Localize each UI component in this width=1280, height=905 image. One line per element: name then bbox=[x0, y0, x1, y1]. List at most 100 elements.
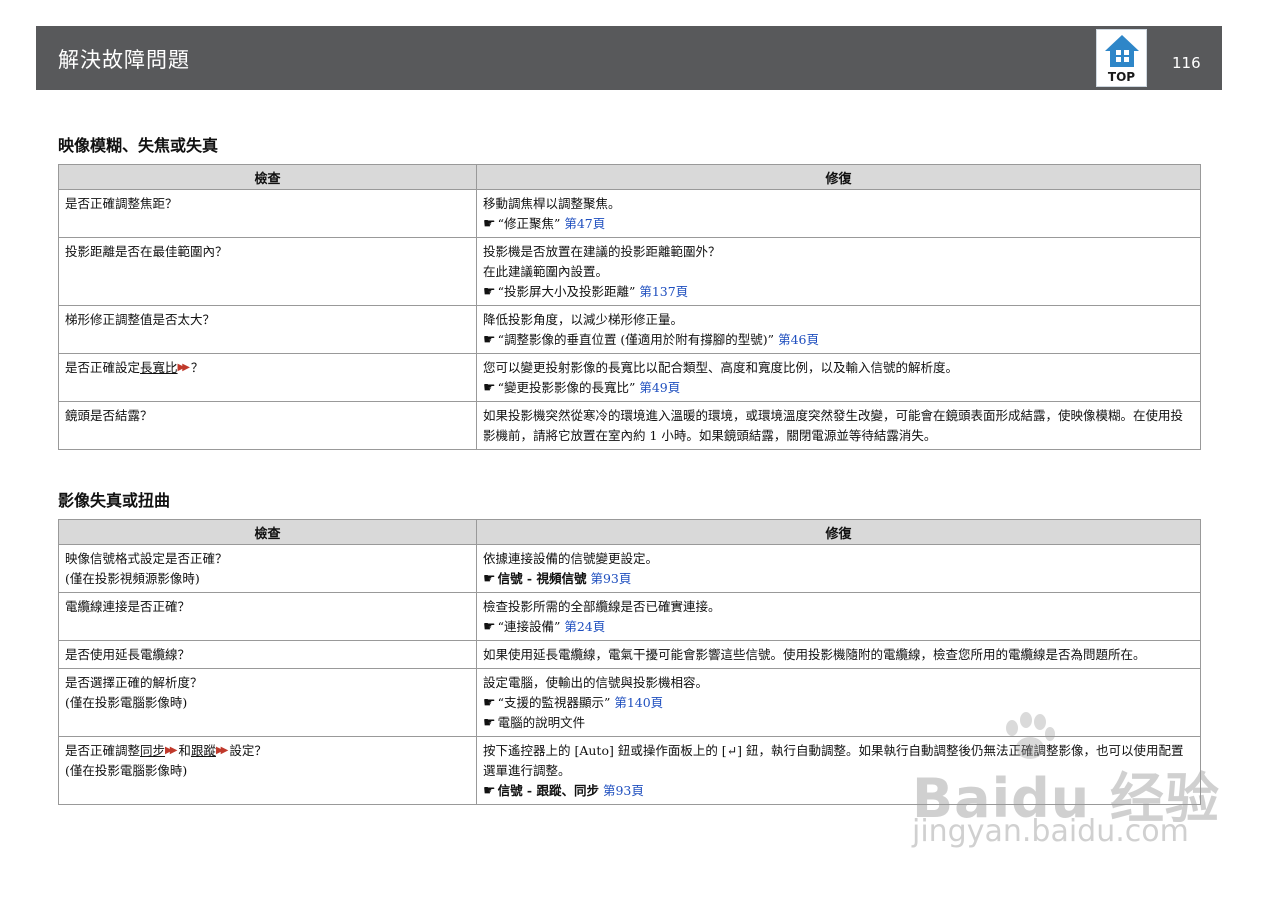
check-cell: 映像信號格式設定是否正確？ (僅在投影視頻源影像時) bbox=[58, 544, 477, 593]
pointing-hand-icon: ☛ bbox=[483, 783, 496, 799]
check-cell: 鏡頭是否結露？ bbox=[58, 401, 477, 450]
reference-title: 電腦的說明文件 bbox=[497, 715, 586, 730]
page-link[interactable]: 第137頁 bbox=[639, 284, 688, 299]
glossary-term-aspect-ratio[interactable]: 長寬比 bbox=[140, 360, 178, 375]
table-row: 是否正確調整焦距？ 移動調焦桿以調整聚焦。 ☛ “修正聚焦” 第47頁 bbox=[58, 189, 1201, 238]
troubleshoot-table-blur: 檢查 修復 是否正確調整焦距？ 移動調焦桿以調整聚焦。 ☛ “修正聚焦” 第47頁… bbox=[58, 164, 1201, 450]
reference-title: “投影屏大小及投影距離” bbox=[497, 284, 636, 299]
page-link[interactable]: 第93頁 bbox=[603, 783, 644, 798]
table-header-row: 檢查 修復 bbox=[58, 164, 1201, 190]
pointing-hand-icon: ☛ bbox=[483, 619, 496, 635]
glossary-term-sync[interactable]: 同步 bbox=[140, 743, 165, 758]
top-label: TOP bbox=[1107, 70, 1136, 84]
fix-cell: 移動調焦桿以調整聚焦。 ☛ “修正聚焦” 第47頁 bbox=[476, 189, 1201, 238]
pointing-hand-icon: ☛ bbox=[483, 216, 496, 232]
fix-text: 依據連接設備的信號變更設定。 bbox=[483, 551, 659, 566]
page-link[interactable]: 第140頁 bbox=[614, 695, 663, 710]
home-icon bbox=[1105, 35, 1139, 67]
fix-cell: 設定電腦，使輸出的信號與投影機相容。 ☛ “支援的監視器顯示” 第140頁 ☛ 電腦… bbox=[476, 668, 1201, 737]
pointing-hand-icon: ☛ bbox=[483, 695, 496, 711]
check-cell: 是否正確調整焦距？ bbox=[58, 189, 477, 238]
check-text: 是否選擇正確的解析度？ bbox=[65, 675, 203, 690]
check-cell: 電纜線連接是否正確？ bbox=[58, 592, 477, 641]
top-button[interactable]: TOP bbox=[1096, 29, 1147, 87]
table-row: 是否正確設定長寬比▶▶？ 您可以變更投射影像的長寬比以配合類型、高度和寬度比例，… bbox=[58, 353, 1201, 402]
section-title-distortion: 影像失真或扭曲 bbox=[58, 491, 171, 510]
fix-cell: 如果投影機突然從寒冷的環境進入溫暖的環境，或環境溫度突然發生改變，可能會在鏡頭表… bbox=[476, 401, 1201, 450]
reference-title: “修正聚焦” bbox=[497, 216, 561, 231]
page-link[interactable]: 第49頁 bbox=[639, 380, 680, 395]
reference-title: “連接設備” bbox=[497, 619, 561, 634]
check-text-line: 是否正確調整同步▶▶ 和跟蹤▶▶ 設定？ bbox=[65, 741, 470, 761]
reference-line: ☛ “調整影像的垂直位置 (僅適用於附有撐腳的型號)” 第46頁 bbox=[483, 330, 1194, 350]
table-row: 投影距離是否在最佳範圍內？ 投影機是否放置在建議的投影距離範圍外？ 在此建議範圍… bbox=[58, 237, 1201, 306]
glossary-arrow-icon[interactable]: ▶▶ bbox=[216, 745, 229, 756]
check-note: (僅在投影視頻源影像時) bbox=[65, 571, 200, 586]
pointing-hand-icon: ☛ bbox=[483, 380, 496, 396]
check-cell: 是否正確設定長寬比▶▶？ bbox=[58, 353, 477, 402]
pointing-hand-icon: ☛ bbox=[483, 332, 496, 348]
page-link[interactable]: 第46頁 bbox=[778, 332, 819, 347]
glossary-arrow-icon[interactable]: ▶▶ bbox=[165, 745, 178, 756]
fix-text: 降低投影角度，以減少梯形修正量。 bbox=[483, 312, 684, 327]
pointing-hand-icon: ☛ bbox=[483, 715, 496, 731]
check-text-suffix: ？ bbox=[190, 360, 204, 375]
reference-line-2: ☛ 電腦的說明文件 bbox=[483, 713, 1194, 733]
reference-line: ☛ “修正聚焦” 第47頁 bbox=[483, 214, 1194, 234]
fix-text-2: 在此建議範圍內設置。 bbox=[483, 264, 609, 279]
table-row: 鏡頭是否結露？ 如果投影機突然從寒冷的環境進入溫暖的環境，或環境溫度突然發生改變… bbox=[58, 401, 1201, 450]
page-number: 116 bbox=[1172, 54, 1201, 72]
check-note: (僅在投影電腦影像時) bbox=[65, 695, 188, 710]
page-link[interactable]: 第24頁 bbox=[564, 619, 605, 634]
column-header-check: 檢查 bbox=[58, 164, 477, 190]
page-link[interactable]: 第93頁 bbox=[590, 571, 631, 586]
fix-text: 投影機是否放置在建議的投影距離範圍外？ bbox=[483, 244, 721, 259]
check-cell: 投影距離是否在最佳範圍內？ bbox=[58, 237, 477, 306]
page-title: 解決故障問題 bbox=[58, 48, 190, 72]
fix-cell: 檢查投影所需的全部纜線是否已確實連接。 ☛ “連接設備” 第24頁 bbox=[476, 592, 1201, 641]
page-link[interactable]: 第47頁 bbox=[564, 216, 605, 231]
watermark-url: jingyan.baidu.com bbox=[912, 814, 1189, 849]
table-header-row: 檢查 修復 bbox=[58, 519, 1201, 545]
column-header-check: 檢查 bbox=[58, 519, 477, 545]
menu-path: 信號 - 跟蹤、同步 bbox=[497, 783, 599, 798]
reference-line: ☛ “投影屏大小及投影距離” 第137頁 bbox=[483, 282, 1194, 302]
reference-line: ☛ 信號 - 視頻信號 第93頁 bbox=[483, 569, 1194, 589]
check-note: (僅在投影電腦影像時) bbox=[65, 763, 188, 778]
table-row: 是否使用延長電纜線？ 如果使用延長電纜線，電氣干擾可能會影響這些信號。使用投影機… bbox=[58, 640, 1201, 669]
check-cell: 是否選擇正確的解析度？ (僅在投影電腦影像時) bbox=[58, 668, 477, 737]
reference-title: “調整影像的垂直位置 (僅適用於附有撐腳的型號)” bbox=[497, 332, 775, 347]
fix-cell: 您可以變更投射影像的長寬比以配合類型、高度和寬度比例，以及輸入信號的解析度。 ☛… bbox=[476, 353, 1201, 402]
check-cell: 梯形修正調整值是否太大？ bbox=[58, 305, 477, 354]
check-text: 是否正確調整 bbox=[65, 743, 141, 758]
fix-cell: 如果使用延長電纜線，電氣干擾可能會影響這些信號。使用投影機隨附的電纜線，檢查您所… bbox=[476, 640, 1201, 669]
column-header-fix: 修復 bbox=[476, 164, 1201, 190]
check-text: 是否正確設定 bbox=[65, 360, 141, 375]
fix-text: 移動調焦桿以調整聚焦。 bbox=[483, 196, 621, 211]
reference-line: ☛ “連接設備” 第24頁 bbox=[483, 617, 1194, 637]
reference-title: “支援的監視器顯示” bbox=[497, 695, 611, 710]
table-row: 梯形修正調整值是否太大？ 降低投影角度，以減少梯形修正量。 ☛ “調整影像的垂直位… bbox=[58, 305, 1201, 354]
reference-line: ☛ “變更投影影像的長寬比” 第49頁 bbox=[483, 378, 1194, 398]
table-row: 映像信號格式設定是否正確？ (僅在投影視頻源影像時) 依據連接設備的信號變更設定… bbox=[58, 544, 1201, 593]
fix-text: 設定電腦，使輸出的信號與投影機相容。 bbox=[483, 675, 709, 690]
glossary-term-tracking[interactable]: 跟蹤 bbox=[191, 743, 216, 758]
check-text: 映像信號格式設定是否正確？ bbox=[65, 551, 228, 566]
column-header-fix: 修復 bbox=[476, 519, 1201, 545]
check-cell: 是否正確調整同步▶▶ 和跟蹤▶▶ 設定？ (僅在投影電腦影像時) bbox=[58, 736, 477, 805]
check-cell: 是否使用延長電纜線？ bbox=[58, 640, 477, 669]
pointing-hand-icon: ☛ bbox=[483, 571, 496, 587]
fix-cell: 降低投影角度，以減少梯形修正量。 ☛ “調整影像的垂直位置 (僅適用於附有撐腳的型… bbox=[476, 305, 1201, 354]
check-text-suffix: 設定？ bbox=[229, 743, 267, 758]
menu-path: 信號 - 視頻信號 bbox=[497, 571, 587, 586]
reference-line: ☛ “支援的監視器顯示” 第140頁 bbox=[483, 693, 1194, 713]
fix-text: 檢查投影所需的全部纜線是否已確實連接。 bbox=[483, 599, 721, 614]
fix-text: 您可以變更投射影像的長寬比以配合類型、高度和寬度比例，以及輸入信號的解析度。 bbox=[483, 360, 959, 375]
fix-cell: 依據連接設備的信號變更設定。 ☛ 信號 - 視頻信號 第93頁 bbox=[476, 544, 1201, 593]
glossary-arrow-icon[interactable]: ▶▶ bbox=[178, 362, 191, 373]
fix-cell: 投影機是否放置在建議的投影距離範圍外？ 在此建議範圍內設置。 ☛ “投影屏大小及投… bbox=[476, 237, 1201, 306]
section-title-blur: 映像模糊、失焦或失真 bbox=[58, 136, 219, 155]
check-text-mid: 和 bbox=[178, 743, 191, 758]
page-header: 解決故障問題 TOP 116 bbox=[36, 26, 1222, 90]
reference-title: “變更投影影像的長寬比” bbox=[497, 380, 636, 395]
